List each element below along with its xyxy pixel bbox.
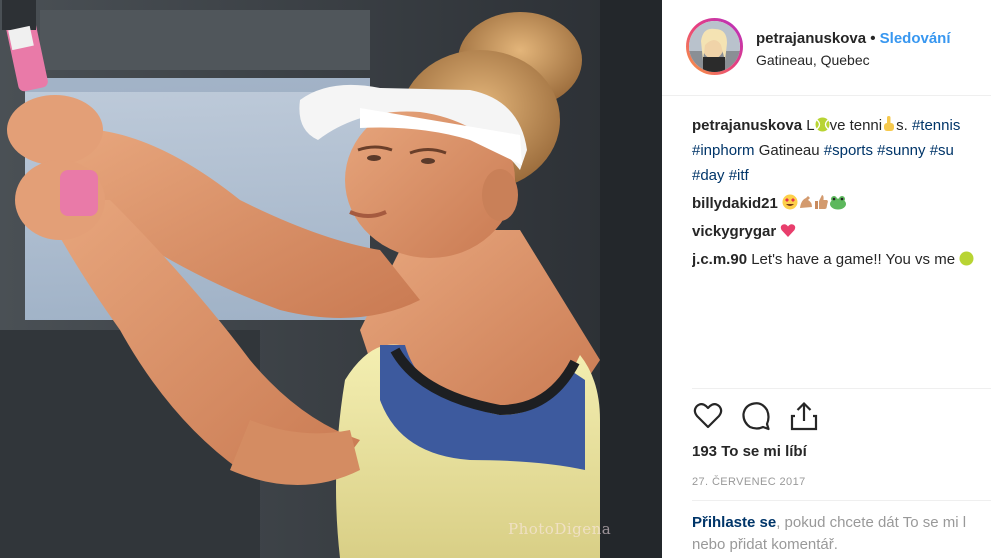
hashtag-inphorm[interactable]: #inphorm (692, 142, 755, 159)
heart-icon[interactable] (692, 400, 724, 432)
tennis-ball-emoji-icon (815, 115, 830, 138)
hashtag-day[interactable]: #day (692, 167, 725, 184)
divider (692, 388, 991, 389)
comment-icon[interactable] (740, 400, 772, 432)
post-header: petrajanuskova • Sledování Gatineau, Que… (662, 0, 991, 96)
hashtag-itf[interactable]: #itf (729, 167, 749, 184)
frog-emoji-icon (829, 193, 847, 216)
post-author: petrajanuskova • Sledování (756, 30, 951, 47)
avatar[interactable] (689, 21, 740, 72)
likes-count[interactable]: 193 To se mi líbí (692, 443, 807, 460)
post-date[interactable]: 27. ČERVENEC 2017 (692, 476, 806, 488)
header-separator: • (870, 30, 876, 47)
comment-row: j.c.m.90 Let's have a game!! You vs me (692, 247, 991, 272)
caption-text-middle: ve tenni (829, 117, 883, 134)
share-icon[interactable] (788, 400, 820, 432)
muscle-emoji-icon (798, 193, 814, 216)
tennis-player-image (0, 0, 662, 558)
avatar-image (689, 21, 740, 72)
login-link[interactable]: Přihlaste se (692, 514, 776, 531)
caption-text-start: L (806, 117, 815, 134)
caption-text-end: s. (896, 117, 908, 134)
sparkling-heart-emoji-icon (780, 221, 796, 244)
caption-line-1: petrajanuskova Lve tenni s. #tennis (692, 113, 991, 138)
caption-username-link[interactable]: petrajanuskova (692, 117, 802, 134)
hashtag-truncated[interactable]: #su (930, 142, 954, 159)
comment-text: Let's have a game!! You vs me (751, 251, 956, 268)
comments-list: petrajanuskova Lve tenni s. #tennis #inph… (692, 113, 991, 272)
comment-username-link[interactable]: vickygrygar (692, 223, 776, 240)
caption-line-2: #inphorm Gatineau #sports #sunny #su (692, 138, 991, 163)
divider (692, 500, 991, 501)
comment-row: billydakid21 (692, 191, 991, 216)
avatar-story-ring[interactable] (686, 18, 743, 75)
thumbs-up-emoji-icon (814, 193, 829, 216)
comment-username-link[interactable]: billydakid21 (692, 195, 778, 212)
caption-plain-word: Gatineau (758, 142, 820, 159)
login-prompt: Přihlaste se, pokud chcete dát To se mi … (692, 512, 991, 556)
comment-row: vickygrygar (692, 219, 991, 244)
login-prompt-text: , pokud chcete dát To se mi l (776, 514, 967, 531)
hashtag-sunny[interactable]: #sunny (877, 142, 925, 159)
post-photo[interactable]: PhotoDigena (0, 0, 662, 558)
login-prompt-text-line2: nebo přidat komentář. (692, 536, 838, 553)
author-username-link[interactable]: petrajanuskova (756, 30, 866, 47)
comment-username-link[interactable]: j.c.m.90 (692, 251, 747, 268)
hashtag-tennis[interactable]: #tennis (912, 117, 960, 134)
post-side-panel: petrajanuskova • Sledování Gatineau, Que… (662, 0, 991, 558)
heart-eyes-emoji-icon (782, 193, 798, 216)
caption-line-3: #day #itf (692, 163, 991, 188)
hashtag-sports[interactable]: #sports (824, 142, 873, 159)
photo-watermark: PhotoDigena (508, 520, 612, 538)
location-link[interactable]: Gatineau, Quebec (756, 52, 870, 68)
tennis-ball-emoji-icon (959, 249, 974, 272)
pointing-up-emoji-icon (882, 115, 896, 138)
following-button[interactable]: Sledování (880, 30, 951, 47)
